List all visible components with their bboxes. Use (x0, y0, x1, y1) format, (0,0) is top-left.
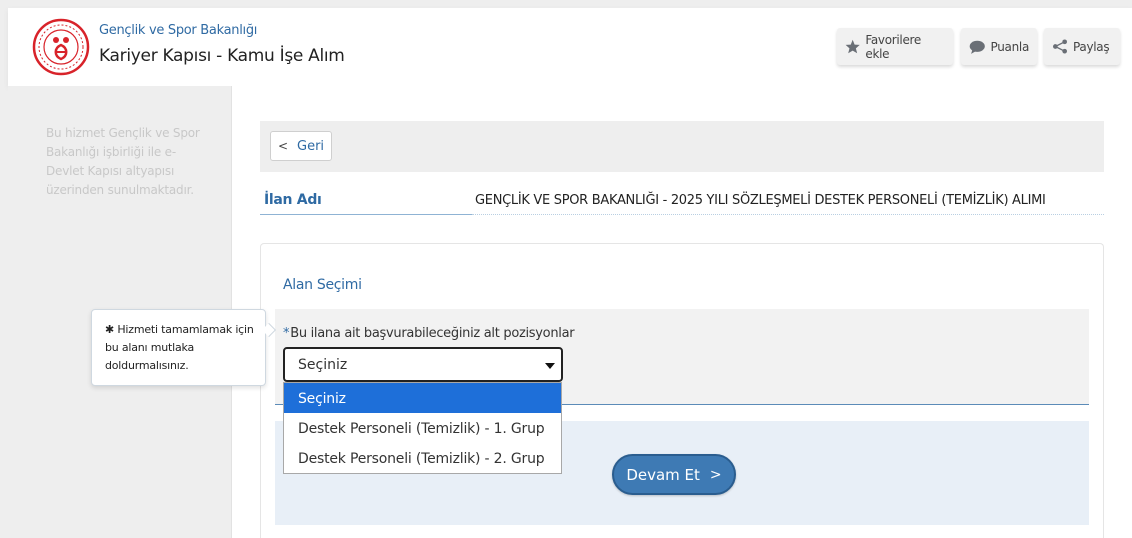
rate-label: Puanla (990, 39, 1030, 54)
ministry-logo (32, 18, 90, 76)
section-title: Alan Seçimi (283, 277, 362, 293)
star-icon (845, 39, 860, 54)
back-button[interactable]: < Geri (270, 131, 332, 161)
favorite-label: Favorilere ekle (865, 32, 921, 61)
back-bar: < Geri (260, 121, 1104, 172)
asterisk-icon: ✱ (105, 323, 115, 336)
chevron-right-icon: > (709, 466, 722, 483)
dropdown-option[interactable]: Seçiniz (284, 383, 561, 413)
dropdown-option[interactable]: Destek Personeli (Temizlik) - 2. Grup (284, 443, 561, 473)
rate-button[interactable]: Puanla (961, 28, 1037, 65)
position-dropdown-list: Seçiniz Destek Personeli (Temizlik) - 1.… (283, 382, 562, 474)
required-mark: * (283, 326, 290, 341)
org-name[interactable]: Gençlik ve Spor Bakanlığı (99, 23, 257, 38)
tooltip-text: Hizmeti tamamlamak için bu alanı mutlaka… (105, 323, 254, 372)
sidebar-note: Bu hizmet Gençlik ve Spor Bakanlığı işbi… (46, 126, 200, 197)
required-tooltip: ✱ Hizmeti tamamlamak için bu alanı mutla… (91, 309, 266, 386)
position-select[interactable]: Seçiniz (283, 347, 563, 382)
field-label: *Bu ilana ait başvurabileceğiniz alt poz… (283, 326, 575, 341)
caret-down-icon (545, 363, 555, 369)
ad-name-label: İlan Adı (260, 185, 472, 215)
favorite-button[interactable]: Favorilere ekle (837, 28, 953, 65)
header: Gençlik ve Spor Bakanlığı Kariyer Kapısı… (8, 8, 1132, 86)
back-label: Geri (297, 138, 325, 154)
share-button[interactable]: Paylaş (1044, 28, 1120, 65)
select-value: Seçiniz (298, 357, 348, 373)
continue-label: Devam Et (626, 465, 700, 484)
ad-name-value: GENÇLİK VE SPOR BAKANLIĞI - 2025 YILI SÖ… (472, 185, 1104, 215)
service-title: Kariyer Kapısı - Kamu İşe Alım (99, 46, 345, 66)
field-label-text: Bu ilana ait başvurabileceğiniz alt pozi… (290, 326, 575, 341)
comment-icon (969, 40, 985, 54)
continue-button[interactable]: Devam Et > (612, 454, 736, 495)
share-icon (1053, 39, 1067, 54)
dropdown-option[interactable]: Destek Personeli (Temizlik) - 1. Grup (284, 413, 561, 443)
chevron-left-icon: < (277, 139, 289, 153)
share-label: Paylaş (1073, 39, 1110, 54)
